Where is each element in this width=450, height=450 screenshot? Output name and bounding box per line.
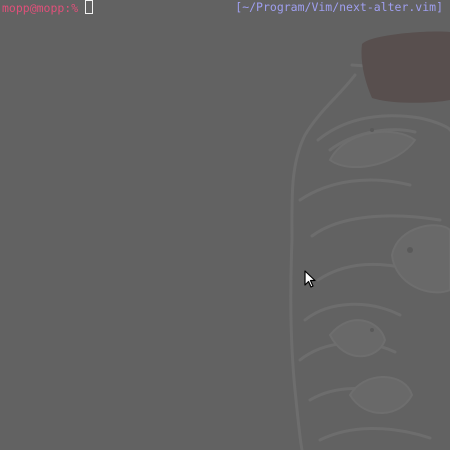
right-prompt-path: [~/Program/Vim/next-alter.vim] [235, 0, 443, 14]
prompt-text: mopp@mopp:% [2, 1, 79, 15]
text-cursor [85, 0, 94, 14]
jar-lid [361, 31, 450, 103]
command-prompt[interactable]: mopp@mopp:% [2, 0, 94, 15]
terminal-window[interactable]: mopp@mopp:% [~/Program/Vim/next-alter.vi… [0, 0, 450, 450]
mouse-pointer-icon [304, 270, 316, 288]
jar-of-fish-wallpaper [289, 31, 450, 450]
